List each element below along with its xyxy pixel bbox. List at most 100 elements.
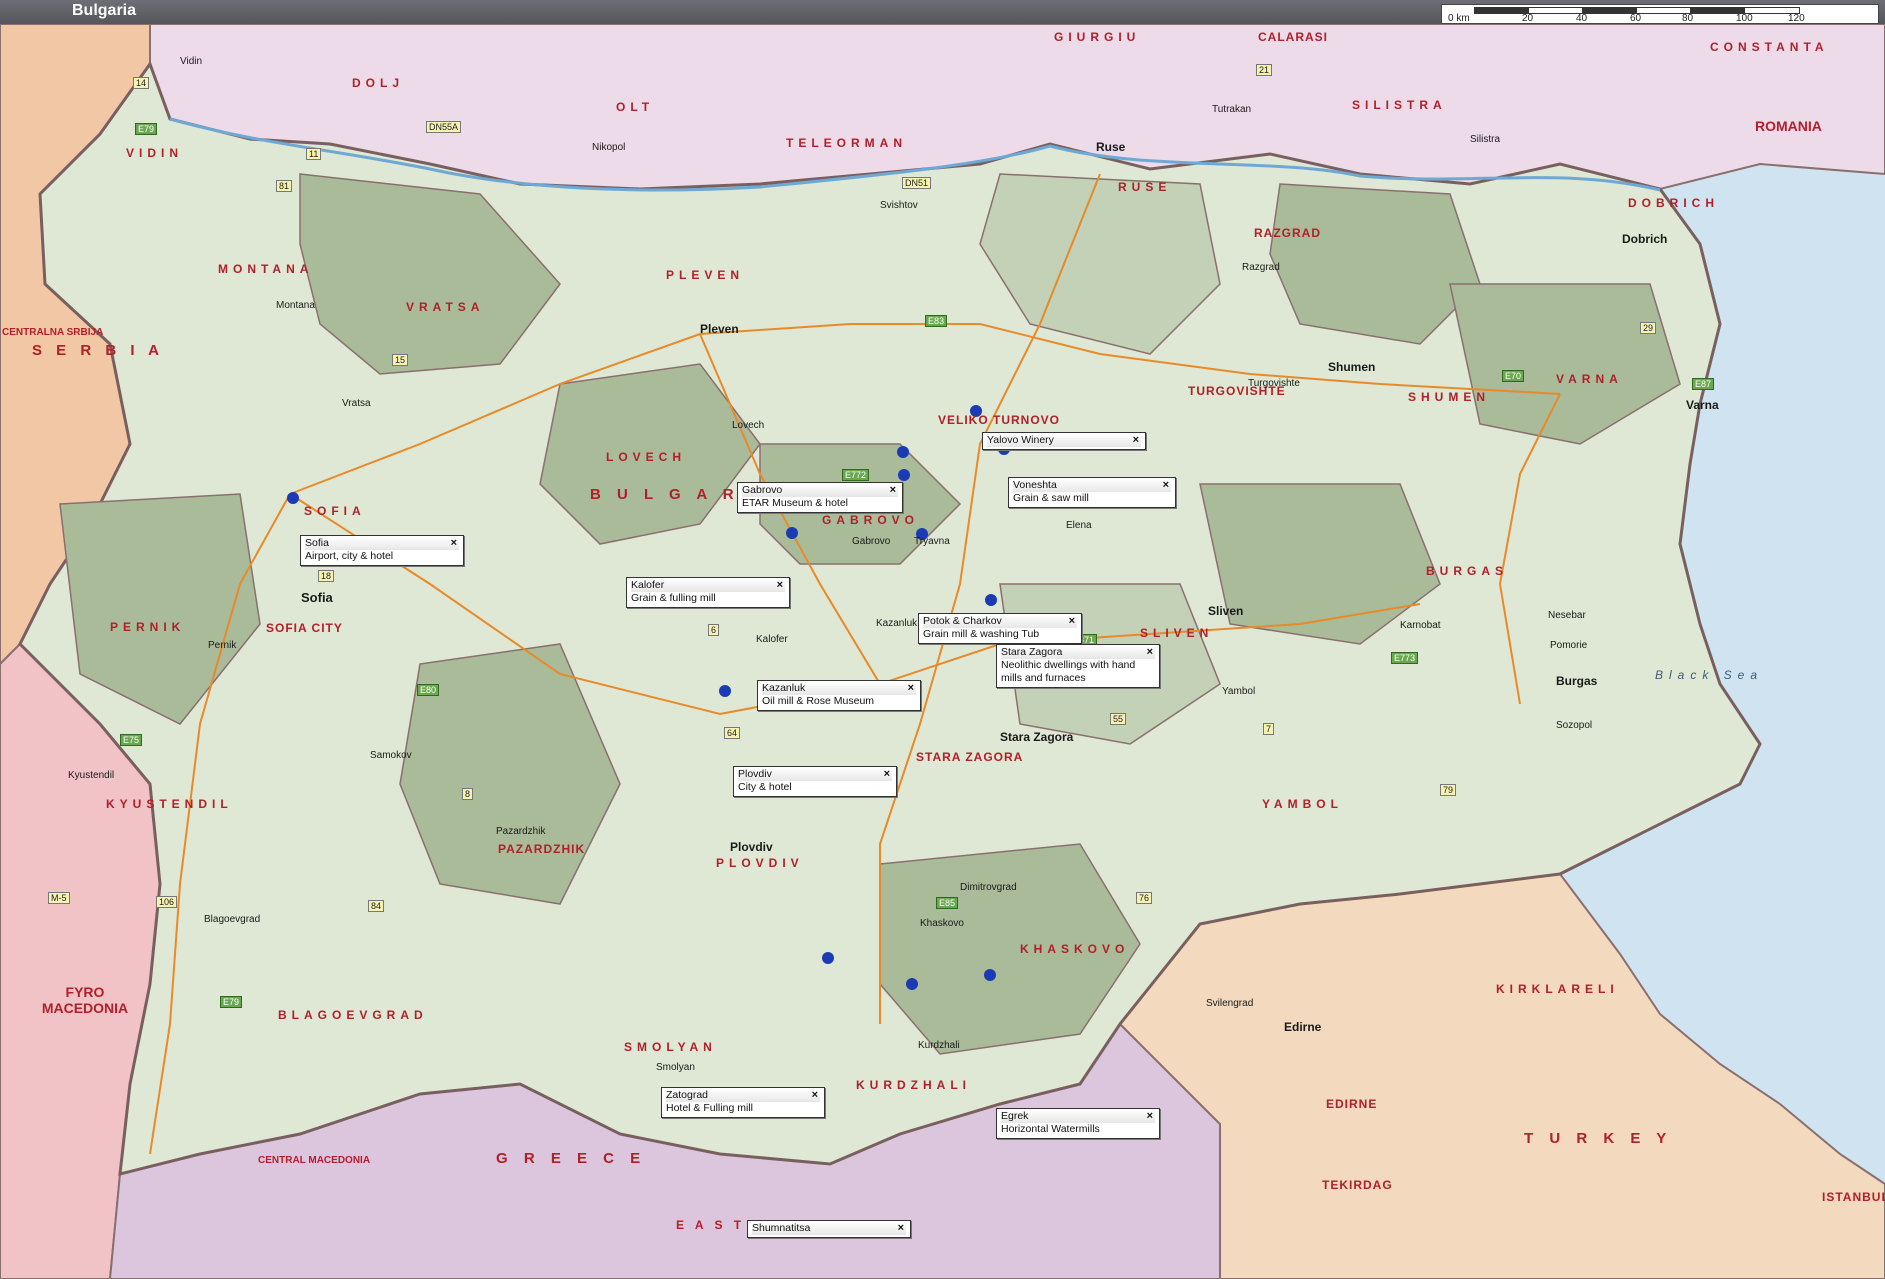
- close-icon[interactable]: ×: [775, 579, 785, 592]
- callout-shumnatitsa[interactable]: Shumnatitsa ×: [747, 1220, 911, 1238]
- close-icon[interactable]: ×: [1145, 1110, 1155, 1123]
- region-label: KURDZHALI: [856, 1078, 971, 1092]
- town-label: Samokov: [370, 750, 412, 761]
- close-icon[interactable]: ×: [1067, 615, 1077, 628]
- close-icon[interactable]: ×: [906, 682, 916, 695]
- pin-icon[interactable]: [822, 952, 834, 964]
- close-icon[interactable]: ×: [896, 1222, 906, 1235]
- road-shield: E75: [120, 734, 143, 746]
- city-label-stara-zagora: Stara Zagora: [1000, 730, 1074, 744]
- callout-description: Grain & fulling mill: [631, 592, 716, 604]
- callout-description: Horizontal Watermills: [1001, 1123, 1100, 1135]
- pin-icon[interactable]: [786, 527, 798, 539]
- road-shield: 21: [1256, 64, 1273, 76]
- map-window: Bulgaria 0 km 20 40 60 80 100 120 B U L …: [0, 0, 1885, 1279]
- city-label-sliven: Sliven: [1208, 604, 1244, 618]
- pin-icon[interactable]: [897, 446, 909, 458]
- pin-icon[interactable]: [985, 594, 997, 606]
- town-label: Silistra: [1470, 134, 1501, 145]
- region-label: PLEVEN: [666, 268, 745, 282]
- region-label: GABROVO: [822, 513, 920, 527]
- callout-title: Zatograd: [666, 1089, 709, 1101]
- callout-title: Voneshta: [1013, 479, 1057, 491]
- town-label: Tryavna: [914, 536, 950, 547]
- pin-icon[interactable]: [898, 469, 910, 481]
- city-label-dobrich: Dobrich: [1622, 232, 1668, 246]
- town-label: Svilengrad: [1206, 998, 1254, 1009]
- town-label: Svishtov: [880, 200, 918, 211]
- road-shield: 8: [462, 788, 474, 800]
- city-label-shumen: Shumen: [1328, 360, 1376, 374]
- road-shield: 15: [392, 354, 409, 366]
- city-label-ruse: Ruse: [1096, 140, 1126, 154]
- callout-kalofer[interactable]: Kalofer × Grain & fulling mill: [626, 577, 790, 608]
- scale-tick-label: 100: [1736, 13, 1753, 24]
- town-label: Kazanluk: [876, 618, 918, 629]
- close-icon[interactable]: ×: [888, 484, 898, 497]
- callout-zatograd[interactable]: Zatograd × Hotel & Fulling mill: [661, 1087, 825, 1118]
- town-label: Kurdzhali: [918, 1040, 960, 1051]
- region-label: SLIVEN: [1140, 626, 1214, 640]
- region-label: CONSTANTA: [1710, 40, 1829, 54]
- callout-sofia[interactable]: Sofia × Airport, city & hotel: [300, 535, 464, 566]
- region-label: DOLJ: [352, 76, 405, 90]
- callout-description: Grain mill & washing Tub: [923, 628, 1040, 640]
- close-icon[interactable]: ×: [449, 537, 459, 550]
- pin-icon[interactable]: [719, 685, 731, 697]
- callout-voneshta[interactable]: Voneshta × Grain & saw mill: [1008, 477, 1176, 508]
- road-shield: 29: [1640, 322, 1657, 334]
- town-label: Blagoevgrad: [204, 914, 261, 925]
- close-icon[interactable]: ×: [1145, 646, 1155, 659]
- region-label: EDIRNE: [1326, 1097, 1378, 1111]
- callout-yalovo-winery[interactable]: Yalovo Winery ×: [982, 432, 1146, 450]
- close-icon[interactable]: ×: [882, 768, 892, 781]
- region-label: TEKIRDAG: [1322, 1178, 1393, 1192]
- close-icon[interactable]: ×: [810, 1089, 820, 1102]
- country-label-greece: G R E E C E: [496, 1150, 647, 1167]
- road-shield: E70: [1502, 370, 1525, 382]
- country-label-turkey: T U R K E Y: [1524, 1130, 1673, 1147]
- region-label: ISTANBUL: [1822, 1190, 1885, 1204]
- callout-description: Neolithic dwellings with hand mills and …: [1001, 659, 1136, 684]
- road-shield: E85: [936, 897, 959, 909]
- region-label: KHASKOVO: [1020, 942, 1130, 956]
- town-label: Nesebar: [1548, 610, 1586, 621]
- callout-egrek[interactable]: Egrek × Horizontal Watermills: [996, 1108, 1160, 1139]
- city-label-sofia: Sofia: [301, 590, 333, 605]
- callout-description: Hotel & Fulling mill: [666, 1102, 753, 1114]
- callout-kazanluk[interactable]: Kazanluk × Oil mill & Rose Museum: [757, 680, 921, 711]
- callout-title: Plovdiv: [738, 768, 772, 780]
- region-label: KYUSTENDIL: [106, 797, 233, 811]
- country-label-serbia: S E R B I A: [32, 342, 164, 359]
- region-label: OLT: [616, 100, 655, 114]
- callout-gabrovo[interactable]: Gabrovo × ETAR Museum & hotel: [737, 482, 903, 513]
- pin-icon[interactable]: [287, 492, 299, 504]
- region-label: SMOLYAN: [624, 1040, 717, 1054]
- callout-stara-zagora[interactable]: Stara Zagora × Neolithic dwellings with h…: [996, 644, 1160, 688]
- region-label: BURGAS: [1426, 564, 1509, 578]
- town-label: Karnobat: [1400, 620, 1441, 631]
- close-icon[interactable]: ×: [1161, 479, 1171, 492]
- road-shield: 106: [156, 896, 178, 908]
- scale-tick-label: 120: [1788, 13, 1805, 24]
- town-label: Gabrovo: [852, 536, 891, 547]
- region-label: VRATSA: [406, 300, 485, 314]
- town-label: Yambol: [1222, 686, 1256, 697]
- country-label-east: E A S T: [676, 1218, 746, 1232]
- callout-plovdiv[interactable]: Plovdiv × City & hotel: [733, 766, 897, 797]
- region-label: YAMBOL: [1262, 797, 1343, 811]
- road-shield: E79: [220, 996, 243, 1008]
- road-shield: DN55A: [426, 121, 462, 133]
- town-label: Turgovishte: [1248, 378, 1300, 389]
- scale-label-0: 0 km: [1448, 13, 1470, 24]
- road-shield: E773: [1391, 652, 1419, 664]
- pin-icon[interactable]: [906, 978, 918, 990]
- callout-title: Shumnatitsa: [752, 1222, 811, 1234]
- pin-icon[interactable]: [984, 969, 996, 981]
- scale-tick-label: 60: [1630, 13, 1642, 24]
- region-label: GIURGIU: [1054, 30, 1141, 44]
- close-icon[interactable]: ×: [1131, 434, 1141, 447]
- callout-potok-charkov[interactable]: Potok & Charkov × Grain mill & washing Tu…: [918, 613, 1082, 644]
- road-shield: 18: [318, 570, 335, 582]
- callout-title: Gabrovo: [742, 484, 783, 496]
